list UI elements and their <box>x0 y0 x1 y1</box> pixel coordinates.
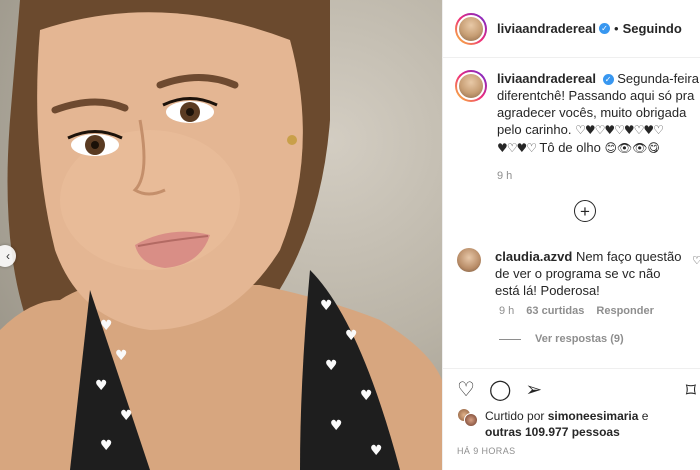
post-header: livia​andradereal ✓ • Seguindo <box>443 0 700 58</box>
replies-divider <box>499 338 521 340</box>
caption: livia​andradereal ✓ Segunda-feira difere… <box>455 70 700 157</box>
caption-body-2: Tô de olho <box>536 140 605 155</box>
svg-text:♥: ♥ <box>120 408 133 424</box>
svg-text:♥: ♥ <box>360 388 373 404</box>
comment: claudia.azvd Nem faço questão de ver o p… <box>457 248 700 299</box>
commenter-username[interactable]: claudia.azvd <box>495 249 572 264</box>
likes-middle: e <box>638 409 649 423</box>
view-replies-label: Ver respostas (9) <box>535 333 624 345</box>
comment-time[interactable]: 9 h <box>499 305 514 317</box>
svg-text:♥: ♥ <box>100 438 113 454</box>
author-avatar[interactable] <box>455 12 487 45</box>
caption-username[interactable]: livia​andradereal <box>497 71 596 86</box>
caption-time[interactable]: 9 h <box>497 170 512 182</box>
author-username[interactable]: livia​andradereal <box>497 21 596 36</box>
post-photo[interactable]: ♥ ♥ ♥ ♥ ♥ ♥ ♥ ♥ ♥ ♥ ♥ ‹ <box>0 0 442 470</box>
plus-icon: + <box>580 201 590 221</box>
portrait-image: ♥ ♥ ♥ ♥ ♥ ♥ ♥ ♥ ♥ ♥ ♥ <box>0 0 442 470</box>
bookmark-icon[interactable]: ⌑ <box>686 378 696 403</box>
comment-icon[interactable]: ◯ <box>489 379 511 408</box>
action-bar: ♡ ◯ ➢ <box>443 368 700 408</box>
post-timestamp[interactable]: HÁ 9 HORAS <box>457 446 516 456</box>
caption-emoji: 😊👁👁😋 <box>604 141 660 155</box>
verified-badge-icon: ✓ <box>602 74 614 85</box>
heart-icon[interactable]: ♡ <box>457 379 475 408</box>
separator-dot: • <box>614 21 619 36</box>
caption-hearts: ♡♥♡♥♡♥♡♥♡ <box>575 123 664 137</box>
likes-others[interactable]: outras 109.977 pessoas <box>485 425 620 439</box>
svg-text:♥: ♥ <box>330 418 343 434</box>
post-side-panel: livia​andradereal ✓ • Seguindo livia​and… <box>442 0 700 470</box>
share-icon[interactable]: ➢ <box>525 379 542 408</box>
commenter-avatar[interactable] <box>457 248 481 272</box>
svg-text:♥: ♥ <box>325 358 338 374</box>
comment-text: claudia.azvd Nem faço questão de ver o p… <box>495 248 685 299</box>
svg-text:♥: ♥ <box>100 318 113 334</box>
liker-username[interactable]: simoneesimaria <box>548 409 639 423</box>
comment-like-heart-icon[interactable]: ♡ <box>692 254 700 267</box>
comment-reply-button[interactable]: Responder <box>596 305 653 317</box>
caption-text: livia​andradereal ✓ Segunda-feira difere… <box>497 70 700 157</box>
liker-avatars <box>457 408 479 428</box>
load-more-comments-button[interactable]: + <box>574 200 596 222</box>
chevron-left-icon: ‹ <box>6 249 10 263</box>
svg-text:♥: ♥ <box>345 328 358 344</box>
follow-status-button[interactable]: Seguindo <box>623 21 682 36</box>
svg-text:♥: ♥ <box>115 348 128 364</box>
svg-text:♥: ♥ <box>370 443 383 459</box>
comment-likes[interactable]: 63 curtidas <box>526 305 584 317</box>
caption-avatar[interactable] <box>455 70 487 102</box>
verified-badge-icon: ✓ <box>599 23 610 34</box>
view-replies-button[interactable]: Ver respostas (9) <box>499 333 624 345</box>
caption-hearts-2: ♥♡♥♡ <box>497 141 537 155</box>
comment-meta: 9 h 63 curtidas Responder <box>499 305 654 317</box>
likes-prefix: Curtido por <box>485 409 548 423</box>
likes-text: Curtido por simoneesimaria e outras 109.… <box>485 408 648 440</box>
likes-summary: Curtido por simoneesimaria e outras 109.… <box>457 408 648 440</box>
svg-text:♥: ♥ <box>320 298 333 314</box>
svg-text:♥: ♥ <box>95 378 108 394</box>
